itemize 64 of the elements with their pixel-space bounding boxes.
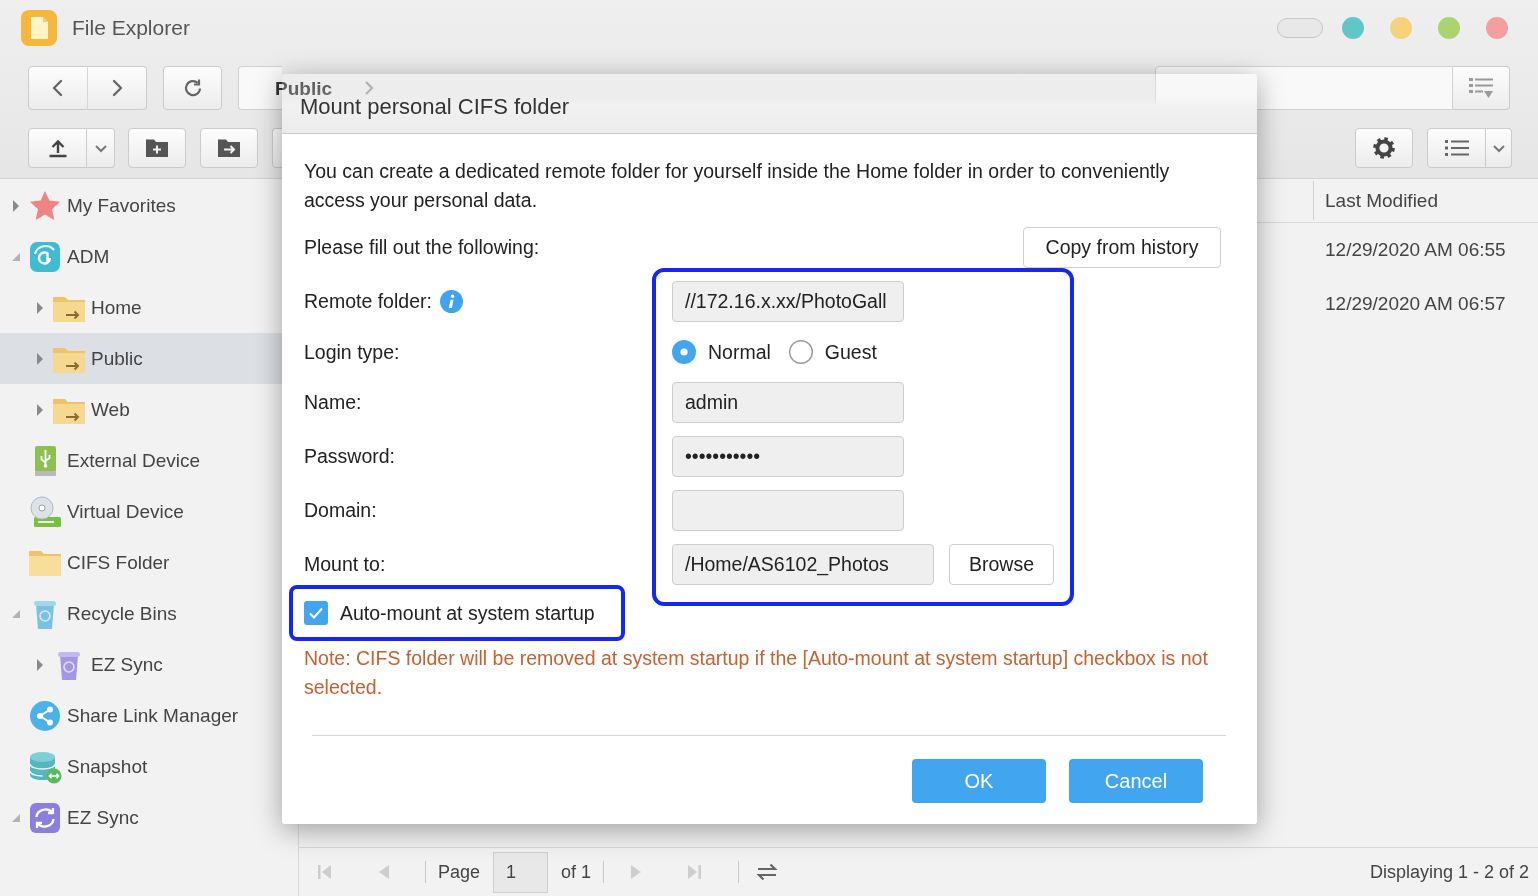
checkbox[interactable]: Auto-mount at system startup: [304, 601, 595, 625]
new-folder-button[interactable]: [128, 128, 186, 168]
upload-icon: [47, 138, 68, 158]
tree-item[interactable]: External Device: [0, 435, 298, 486]
refresh-button[interactable]: [163, 66, 222, 110]
sync-icon: [28, 800, 62, 835]
folder-plus-icon: [145, 138, 169, 158]
table-cell-text: 12/29/2020 AM 06:57: [1324, 292, 1507, 316]
field-label: Remote folder:: [304, 290, 432, 313]
field-label: Mount to:: [304, 553, 386, 576]
column-header[interactable]: Last Modified: [1313, 181, 1538, 220]
dropdown-button[interactable]: [1486, 128, 1512, 168]
breadcrumb[interactable]: Public: [275, 79, 332, 97]
swap-arrows-icon: [756, 862, 779, 882]
page-label: Page: [438, 861, 481, 883]
info-icon[interactable]: [439, 290, 463, 313]
dialog-title: Mount personal CIFS folder: [300, 96, 570, 117]
field-label: Password:: [304, 445, 396, 468]
copy-history-button[interactable]: Copy from history: [1023, 227, 1221, 268]
folder-arrow-icon: [217, 138, 241, 158]
window-button[interactable]: [1342, 17, 1364, 39]
page-summary: Displaying 1 - 2 of 2: [1369, 861, 1529, 883]
move-button[interactable]: [200, 128, 258, 168]
field-label: Name:: [304, 391, 362, 414]
text-field[interactable]: [672, 490, 904, 531]
text-field[interactable]: admin: [672, 382, 904, 423]
intro-text: You can create a dedicated remote folder for yourself inside the Home folder in order to conveniently access your personal data.: [304, 159, 1171, 213]
settings-button[interactable]: [1355, 128, 1413, 168]
app-tile-icon: [28, 239, 62, 274]
chevron-right-icon: [364, 80, 374, 96]
disc-drive-icon: [28, 494, 62, 529]
window-button[interactable]: [1438, 17, 1460, 39]
view-options-button[interactable]: [1453, 66, 1510, 110]
text-field[interactable]: //172.16.x.xx/PhotoGall: [672, 281, 904, 322]
dropdown-button[interactable]: [87, 128, 115, 168]
tree-item[interactable]: My Favorites: [0, 180, 298, 231]
share-icon: [28, 698, 62, 733]
page-field[interactable]: 1: [493, 851, 549, 893]
upload-button[interactable]: [28, 128, 87, 168]
text-field[interactable]: /Home/AS6102_Photos: [672, 544, 934, 585]
table-cell-text: 12/29/2020 AM 06:55: [1324, 238, 1507, 262]
radio-button[interactable]: Normal: [672, 340, 771, 364]
prompt-text: Please fill out the following:: [304, 236, 540, 259]
radio-button[interactable]: Guest: [788, 340, 877, 364]
list-caret-icon: [1469, 77, 1493, 99]
field-label: Login type:: [304, 340, 400, 364]
app-icon: [20, 9, 58, 47]
browse-button[interactable]: Browse: [949, 544, 1054, 585]
toggle-button[interactable]: [1277, 18, 1323, 38]
password-field[interactable]: •••••••••••: [672, 436, 904, 477]
window-title: File Explorer: [72, 16, 190, 40]
forward-button[interactable]: [87, 66, 147, 110]
list-icon: [1444, 139, 1469, 157]
window-button[interactable]: [1390, 17, 1412, 39]
settings-icon: [1372, 136, 1396, 160]
window-button[interactable]: [1486, 17, 1508, 39]
database-icon: [28, 749, 62, 784]
list-view-button[interactable]: [1427, 128, 1486, 168]
back-button[interactable]: [28, 66, 88, 110]
search-field[interactable]: [1155, 66, 1453, 110]
field-label: Domain:: [304, 499, 377, 522]
page-total: of 1: [561, 861, 592, 883]
note-text: Note: CIFS folder will be removed at system startup if the [Auto-mount at system startup] checkbox is not selected.: [304, 646, 1209, 700]
toolbar-button[interactable]: [272, 128, 282, 168]
